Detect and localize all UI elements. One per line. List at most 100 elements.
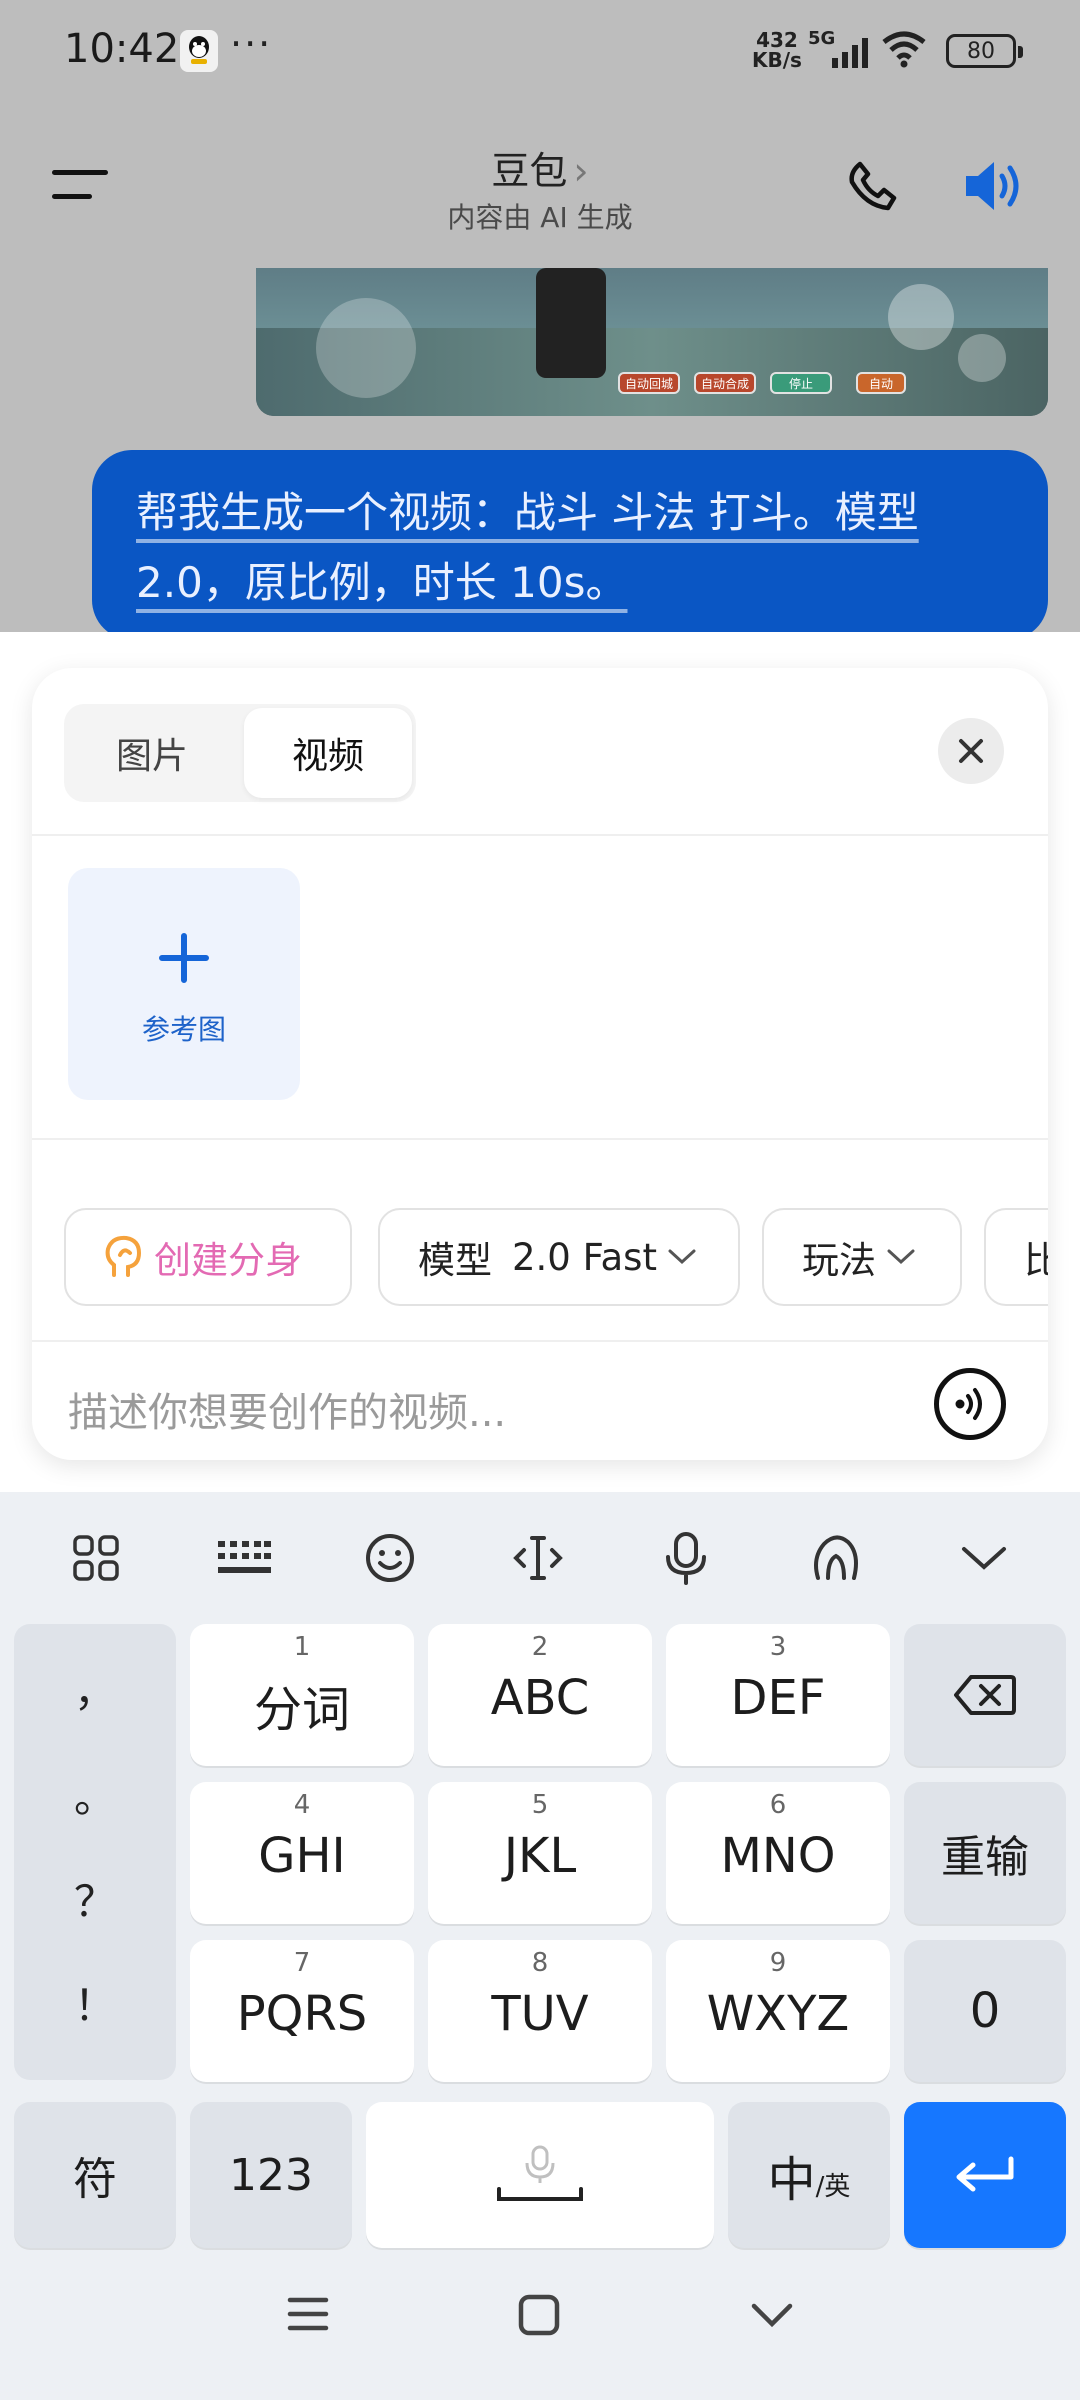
- emoji-icon[interactable]: [360, 1528, 420, 1588]
- close-button[interactable]: [938, 718, 1004, 784]
- chat-title[interactable]: 豆包 ›: [0, 140, 1080, 195]
- key-1[interactable]: 1 分词: [190, 1624, 414, 1766]
- key-5[interactable]: 5 JKL: [428, 1782, 652, 1924]
- app-grid-icon[interactable]: [66, 1528, 126, 1588]
- avatar-head-icon: [105, 1235, 142, 1277]
- status-bar: 10:42 ··· 432 KB/s 5G 80: [0, 0, 1080, 104]
- divider: [32, 1138, 1048, 1140]
- chat-background: 10:42 ··· 432 KB/s 5G 80 豆包› 内容由 AI 生成: [0, 0, 1080, 632]
- enter-key[interactable]: [904, 2102, 1066, 2248]
- numbers-key[interactable]: 123: [190, 2102, 352, 2248]
- key-4[interactable]: 4 GHI: [190, 1782, 414, 1924]
- key-number: 5: [531, 1790, 549, 1820]
- reference-image-label: 参考图: [141, 1013, 226, 1046]
- signal-icon: [832, 38, 872, 72]
- create-avatar-chip[interactable]: 创建分身: [64, 1208, 352, 1306]
- add-reference-image-button[interactable]: 参考图: [68, 868, 300, 1100]
- cursor-move-icon[interactable]: [508, 1528, 568, 1588]
- key-3[interactable]: 3 DEF: [666, 1624, 890, 1766]
- video-creation-card: 图片 视频 参考图 创建分身 模型 2.0 Fast 玩法 比 描述你想要创作的…: [32, 668, 1048, 1460]
- keyboard-layout-icon[interactable]: [214, 1528, 274, 1588]
- recents-nav-icon[interactable]: [286, 2294, 330, 2338]
- create-avatar-label: 创建分身: [154, 1239, 302, 1282]
- chat-header: 豆包 › 内容由 AI 生成: [0, 104, 1080, 264]
- key-label: GHI: [258, 1828, 346, 1884]
- close-icon: [959, 739, 983, 763]
- microphone-icon[interactable]: [656, 1528, 716, 1588]
- video-prompt-input[interactable]: 描述你想要创作的视频...: [68, 1380, 506, 1438]
- lang-main-label: 中: [767, 2152, 816, 2208]
- tab-video[interactable]: 视频: [244, 708, 412, 798]
- punct-question-key[interactable]: ？: [14, 1868, 176, 1929]
- symbols-key[interactable]: 符: [14, 2102, 176, 2248]
- key-number: 4: [293, 1790, 311, 1820]
- key-number: 6: [769, 1790, 787, 1820]
- model-value: 2.0 Fast: [512, 1235, 657, 1279]
- key-7[interactable]: 7 PQRS: [190, 1940, 414, 2082]
- key-label: DEF: [730, 1670, 826, 1726]
- punct-comma-key[interactable]: ，: [14, 1658, 176, 1719]
- key-number: 1: [293, 1632, 311, 1662]
- voice-input-button[interactable]: [934, 1368, 1006, 1440]
- play-mode-chip[interactable]: 玩法: [762, 1208, 962, 1306]
- key-number: 7: [293, 1948, 311, 1978]
- thumbnail-skill-button: [958, 334, 1006, 382]
- game-video-thumbnail[interactable]: 自动回城 自动合成 停止 自动: [256, 268, 1048, 416]
- thumbnail-sword-button: [888, 284, 954, 350]
- phone-call-icon[interactable]: [846, 160, 898, 216]
- key-number: 8: [531, 1948, 549, 1978]
- key-number: 9: [769, 1948, 787, 1978]
- ai-disclaimer: 内容由 AI 生成: [447, 201, 633, 234]
- language-switch-key[interactable]: 中/英: [728, 2102, 890, 2248]
- net-speed-unit: KB/s: [752, 48, 802, 72]
- qq-notification-icon: [180, 30, 218, 72]
- thumbnail-chip: 自动回城: [618, 372, 680, 394]
- backspace-key[interactable]: [904, 1624, 1066, 1766]
- key-9[interactable]: 9 WXYZ: [666, 1940, 890, 2082]
- speaker-icon[interactable]: [962, 158, 1026, 218]
- key-label: TUV: [491, 1986, 589, 2042]
- collapse-keyboard-icon[interactable]: [954, 1528, 1014, 1588]
- wifi-icon: [880, 30, 928, 72]
- thumbnail-chip: 自动: [856, 372, 906, 394]
- punct-exclaim-key[interactable]: ！: [14, 1972, 176, 2033]
- title-chevron-icon: ›: [573, 149, 589, 193]
- reinput-key[interactable]: 重输: [904, 1782, 1066, 1924]
- ratio-chip[interactable]: 比: [984, 1208, 1048, 1306]
- divider: [32, 1340, 1048, 1342]
- punctuation-column[interactable]: ， 。 ？ ！: [14, 1624, 176, 2080]
- ratio-label: 比: [1024, 1239, 1048, 1282]
- voice-wave-icon: [955, 1388, 982, 1420]
- system-nav-bar: [0, 2254, 1080, 2400]
- lang-alt-label: /英: [815, 2171, 851, 2202]
- user-message-text: 帮我生成一个视频：战斗 斗法 打斗。模型 2.0，原比例，时长 10s。: [136, 488, 919, 607]
- back-nav-icon[interactable]: [750, 2302, 794, 2334]
- zero-label: 0: [969, 1983, 1001, 2039]
- backspace-icon: [954, 1675, 1016, 1715]
- model-prefix: 模型: [418, 1239, 492, 1282]
- zero-key[interactable]: 0: [904, 1940, 1066, 2082]
- chevron-down-icon: [887, 1249, 915, 1265]
- net-speed: 432 KB/s: [752, 30, 802, 70]
- key-number: 3: [769, 1632, 787, 1662]
- handwriting-icon[interactable]: [806, 1528, 866, 1588]
- user-message-bubble[interactable]: 帮我生成一个视频：战斗 斗法 打斗。模型 2.0，原比例，时长 10s。: [92, 450, 1048, 632]
- home-nav-icon[interactable]: [518, 2294, 560, 2340]
- key-label: 分词: [253, 1682, 350, 1738]
- key-2[interactable]: 2 ABC: [428, 1624, 652, 1766]
- creation-sheet: 图片 视频 参考图 创建分身 模型 2.0 Fast 玩法 比 描述你想要创作的…: [0, 632, 1080, 1492]
- key-label: JKL: [503, 1828, 577, 1884]
- tab-image[interactable]: 图片: [68, 708, 236, 798]
- media-type-tabs: 图片 视频: [64, 704, 416, 802]
- symbols-label: 符: [73, 2154, 117, 2205]
- chevron-down-icon: [668, 1249, 696, 1265]
- plus-icon: [159, 933, 209, 983]
- key-label: ABC: [490, 1670, 590, 1726]
- key-6[interactable]: 6 MNO: [666, 1782, 890, 1924]
- key-8[interactable]: 8 TUV: [428, 1940, 652, 2082]
- space-key[interactable]: [366, 2102, 714, 2248]
- thumbnail-chip: 停止: [770, 372, 832, 394]
- punct-period-key[interactable]: 。: [14, 1764, 176, 1825]
- thumbnail-chip: 自动合成: [694, 372, 756, 394]
- model-select-chip[interactable]: 模型 2.0 Fast: [378, 1208, 740, 1306]
